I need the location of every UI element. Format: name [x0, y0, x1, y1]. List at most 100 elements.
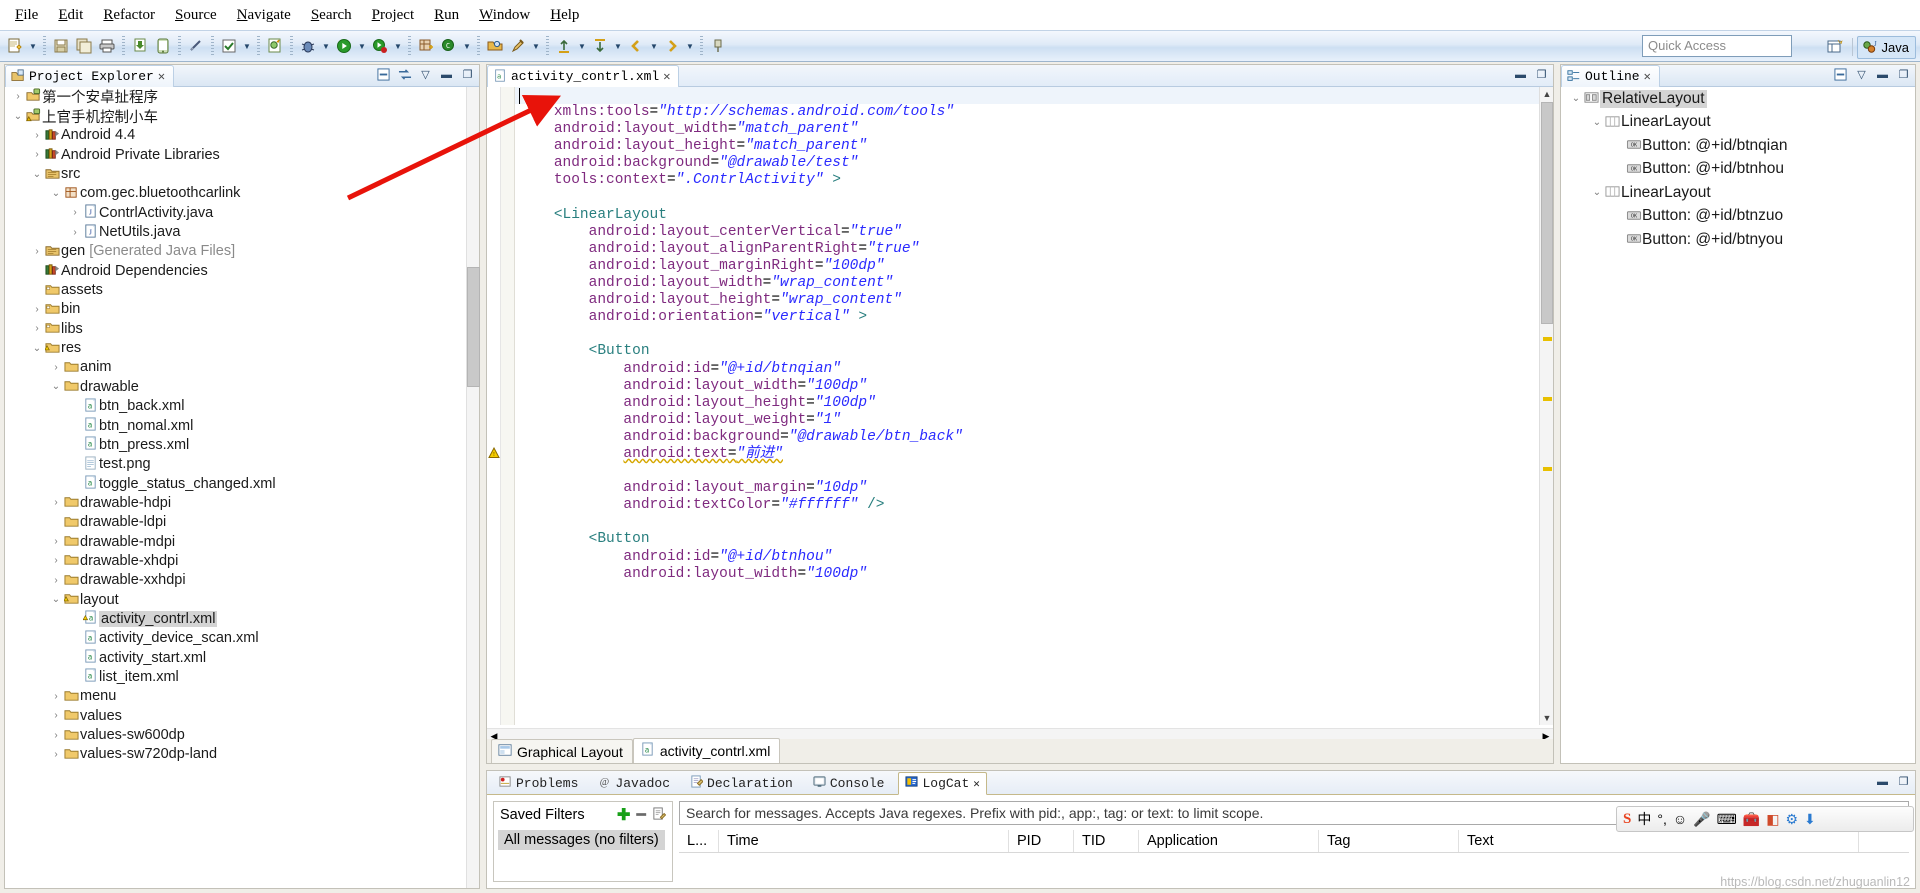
- add-filter-icon[interactable]: ✚: [617, 805, 630, 825]
- tree-item[interactable]: › menu: [5, 687, 479, 706]
- chevron-right-icon[interactable]: ›: [30, 130, 44, 141]
- maximize-icon[interactable]: ❐: [460, 67, 475, 82]
- menu-item-run[interactable]: Run: [425, 4, 468, 27]
- open-type-icon[interactable]: [484, 34, 506, 58]
- chevron-down-icon[interactable]: ⌄: [30, 343, 44, 354]
- search-dropdown-icon[interactable]: ▼: [530, 42, 542, 51]
- tree-item[interactable]: › bin: [5, 300, 479, 319]
- tree-item[interactable]: ⌄ LinearLayout: [1561, 181, 1915, 205]
- menu-item-window[interactable]: Window: [470, 4, 539, 27]
- minimize-icon[interactable]: ▬: [439, 67, 454, 82]
- editor-bottom-tab[interactable]: a activity_contrl.xml: [632, 738, 781, 763]
- filter-item-all-messages[interactable]: All messages (no filters): [498, 830, 665, 850]
- new-class-icon[interactable]: C: [438, 34, 460, 58]
- export-android-icon[interactable]: [129, 34, 151, 58]
- check-icon[interactable]: [218, 34, 240, 58]
- scroll-up-icon[interactable]: ▲: [1540, 87, 1554, 101]
- tree-item[interactable]: › J ContrlActivity.java: [5, 203, 479, 222]
- tree-item[interactable]: Android Dependencies: [5, 261, 479, 280]
- android-sdk-manager-icon[interactable]: [152, 34, 174, 58]
- link-with-editor-icon[interactable]: [397, 67, 412, 82]
- overview-warning-marker[interactable]: [1543, 337, 1552, 341]
- tree-item[interactable]: OK Button: @+id/btnzuo: [1561, 205, 1915, 229]
- minimize-icon[interactable]: ▬: [1513, 67, 1528, 82]
- tree-item[interactable]: a activity_contrl.xml: [5, 609, 479, 628]
- overview-warning-marker[interactable]: [1543, 467, 1552, 471]
- chevron-down-icon[interactable]: ⌄: [1590, 117, 1604, 128]
- chevron-down-icon[interactable]: ⌄: [49, 594, 63, 605]
- tree-item[interactable]: a list_item.xml: [5, 667, 479, 686]
- tab-outline[interactable]: Outline ✕: [1561, 64, 1660, 87]
- maximize-icon[interactable]: ❐: [1534, 67, 1549, 82]
- menu-item-file[interactable]: File: [6, 4, 47, 27]
- remove-filter-icon[interactable]: ━: [636, 805, 646, 825]
- chevron-right-icon[interactable]: ›: [30, 246, 44, 257]
- next-annotation-dropdown-icon[interactable]: ▼: [612, 42, 624, 51]
- debug-dropdown-icon[interactable]: ▼: [320, 42, 332, 51]
- save-icon[interactable]: [50, 34, 72, 58]
- pin-editor-icon[interactable]: [707, 34, 729, 58]
- tree-item[interactable]: a btn_back.xml: [5, 397, 479, 416]
- quick-access-input[interactable]: Quick Access: [1642, 35, 1792, 57]
- bottom-tab-logcat[interactable]: LogCat ✕: [898, 772, 987, 795]
- debug-icon[interactable]: [297, 34, 319, 58]
- tree-item[interactable]: assets: [5, 280, 479, 299]
- menu-item-refactor[interactable]: Refactor: [94, 4, 164, 27]
- scrollbar-thumb[interactable]: [1541, 102, 1553, 324]
- chevron-down-icon[interactable]: ⌄: [1590, 187, 1604, 198]
- tree-item[interactable]: a activity_start.xml: [5, 648, 479, 667]
- tree-item[interactable]: › drawable-hdpi: [5, 493, 479, 512]
- tree-item[interactable]: a btn_press.xml: [5, 435, 479, 454]
- settings-icon[interactable]: ⚙: [1785, 811, 1798, 828]
- xml-source-code[interactable]: <RelativeLayout xmlns:android="http://sc…: [519, 87, 1539, 583]
- editor-bottom-tab[interactable]: Graphical Layout: [491, 739, 633, 763]
- tree-item[interactable]: › J NetUtils.java: [5, 222, 479, 241]
- view-menu-icon[interactable]: ▽: [1854, 67, 1869, 82]
- quick-access[interactable]: Quick Access: [1642, 35, 1792, 57]
- previous-annotation-icon[interactable]: [553, 34, 575, 58]
- tree-item[interactable]: OK Button: @+id/btnhou: [1561, 158, 1915, 182]
- tree-item[interactable]: a activity_device_scan.xml: [5, 629, 479, 648]
- code-area[interactable]: <RelativeLayout xmlns:android="http://sc…: [515, 87, 1539, 725]
- tree-item[interactable]: › drawable-xhdpi: [5, 551, 479, 570]
- tree-item[interactable]: ⌄ 上官手机控制小车: [5, 106, 479, 126]
- print-icon[interactable]: [96, 34, 118, 58]
- bottom-tab-declaration[interactable]: Declaration: [684, 773, 799, 794]
- mic-icon[interactable]: 🎤: [1693, 811, 1710, 828]
- chevron-right-icon[interactable]: ›: [49, 536, 63, 547]
- tree-item[interactable]: ⌄ com.gec.bluetoothcarlink: [5, 184, 479, 203]
- save-all-icon[interactable]: [73, 34, 95, 58]
- chevron-right-icon[interactable]: ›: [49, 497, 63, 508]
- scroll-down-icon[interactable]: ▼: [1540, 711, 1554, 725]
- editor-vertical-scrollbar[interactable]: ▲ ▼: [1539, 87, 1553, 725]
- tree-item[interactable]: OK Button: @+id/btnqian: [1561, 134, 1915, 158]
- tree-item[interactable]: ⌄ src: [5, 164, 479, 183]
- new-wizard-icon[interactable]: [4, 34, 26, 58]
- edit-filter-icon[interactable]: [652, 806, 667, 824]
- close-icon[interactable]: ✕: [973, 777, 980, 791]
- coverage-dropdown-icon[interactable]: ▼: [392, 42, 404, 51]
- toggle-mark-occurrences-icon[interactable]: [185, 34, 207, 58]
- open-perspective-icon[interactable]: [1822, 35, 1848, 59]
- run-dropdown-icon[interactable]: ▼: [356, 42, 368, 51]
- sogou-logo-icon[interactable]: S: [1623, 811, 1631, 828]
- tree-item[interactable]: › gen [Generated Java Files]: [5, 242, 479, 261]
- perspective-java-button[interactable]: J Java: [1856, 35, 1916, 59]
- chevron-right-icon[interactable]: ›: [49, 362, 63, 373]
- tree-item[interactable]: › anim: [5, 358, 479, 377]
- minimize-icon[interactable]: ▬: [1875, 774, 1890, 789]
- tree-item[interactable]: a toggle_status_changed.xml: [5, 474, 479, 493]
- punctuation-icon[interactable]: °,: [1657, 811, 1667, 827]
- chevron-down-icon[interactable]: ⌄: [11, 111, 25, 122]
- project-explorer-scrollbar[interactable]: [466, 87, 480, 888]
- previous-annotation-dropdown-icon[interactable]: ▼: [576, 42, 588, 51]
- menu-item-edit[interactable]: Edit: [49, 4, 92, 27]
- chevron-down-icon[interactable]: ⌄: [1569, 93, 1583, 104]
- logcat-column-header[interactable]: Text: [1459, 830, 1859, 852]
- download-icon[interactable]: ⬇: [1804, 811, 1816, 828]
- forward-icon[interactable]: [661, 34, 683, 58]
- next-annotation-icon[interactable]: [589, 34, 611, 58]
- close-icon[interactable]: ✕: [663, 69, 670, 84]
- menu-item-search[interactable]: Search: [302, 4, 361, 27]
- new-class-dropdown-icon[interactable]: ▼: [461, 42, 473, 51]
